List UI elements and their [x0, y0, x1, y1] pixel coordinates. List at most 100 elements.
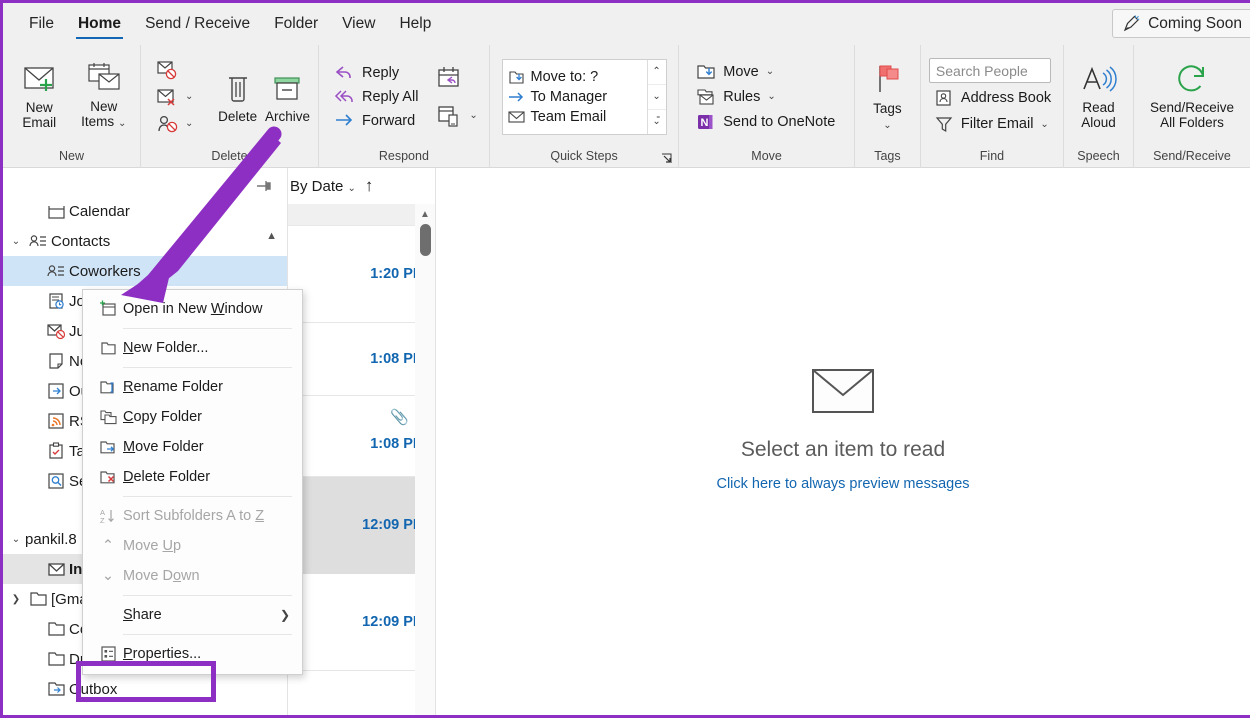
flag-icon — [868, 60, 906, 98]
ribbon-group-tags-label: Tags — [874, 149, 901, 163]
sidebar-item-outbox-2[interactable]: Outbox — [3, 674, 287, 704]
context-menu-item-properties[interactable]: Properties... — [83, 639, 302, 669]
sidebar-item-account-label: pankil.8 — [25, 530, 77, 548]
delete-small-buttons: ⌄ ⌄ — [151, 58, 198, 136]
forward-button[interactable]: Forward — [329, 110, 423, 131]
new-email-button[interactable]: New Email — [9, 59, 70, 134]
quick-steps-box: Move to: ? To Manager Team Email ⌃ ⌄ ⌄̄ — [501, 58, 667, 135]
send-to-onenote-button[interactable]: N Send to OneNote — [691, 111, 840, 133]
tags-button[interactable]: Tags ⌄ — [861, 56, 914, 137]
rules-label: Rules — [723, 88, 761, 105]
context-menu-item-copy-folder[interactable]: Copy Folder — [83, 402, 302, 432]
send-receive-all-folders-label: Send/Receive All Folders — [1149, 100, 1235, 130]
quick-steps-scroll[interactable]: ⌃ ⌄ ⌄̄ — [646, 59, 666, 134]
quick-steps-expand[interactable]: ⌄̄ — [648, 110, 666, 134]
context-menu-item-label: Move Folder — [123, 439, 204, 455]
more-respond-button[interactable]: ⌄ — [431, 102, 482, 130]
meeting-button[interactable] — [431, 64, 482, 92]
reply-all-button[interactable]: Reply All — [329, 86, 423, 107]
attachment-icon: 📎 — [390, 409, 409, 426]
ribbon-group-tags: Tags ⌄ Tags — [855, 45, 921, 168]
chevron-right-icon[interactable]: ❯ — [7, 594, 25, 605]
archive-button[interactable]: Archive — [263, 66, 312, 128]
scroll-up-arrow-icon[interactable]: ▲ — [415, 204, 435, 220]
preview-messages-link[interactable]: Click here to always preview messages — [716, 476, 969, 492]
table-row[interactable]: 1:08 PM — [288, 323, 435, 396]
chevron-down-icon: ⌄ — [185, 118, 194, 129]
new-window-icon — [93, 300, 123, 318]
quick-step-to-manager[interactable]: To Manager — [503, 87, 647, 107]
svg-text:Z: Z — [100, 516, 105, 525]
read-aloud-label: Read Aloud — [1081, 100, 1116, 130]
folder-pane-scroll-up[interactable]: ▲ — [266, 230, 277, 242]
chevron-down-icon[interactable]: ⌄ — [7, 534, 25, 545]
reply-label: Reply — [362, 64, 400, 81]
tasks-icon — [43, 442, 69, 460]
context-menu-item-share[interactable]: Share ❯ — [83, 600, 302, 630]
quick-step-move-to[interactable]: Move to: ? — [503, 67, 647, 87]
page-title: Select an item to read — [740, 437, 946, 461]
tab-view-label: View — [342, 15, 376, 32]
table-row[interactable]: 12:09 PM — [288, 574, 435, 671]
ribbon-group-move-label: Move — [751, 149, 782, 163]
read-aloud-button[interactable]: Read Aloud — [1070, 59, 1127, 134]
new-email-label: New Email — [22, 100, 57, 130]
coming-soon-button[interactable]: Coming Soon — [1112, 9, 1250, 38]
tab-home[interactable]: Home — [66, 3, 133, 45]
context-menu-item-rename-folder[interactable]: Rename Folder — [83, 372, 302, 402]
clean-up-button[interactable]: ⌄ — [151, 85, 198, 109]
delete-button[interactable]: Delete — [214, 66, 261, 128]
ignore-button[interactable] — [151, 58, 198, 82]
address-book-button[interactable]: Address Book — [929, 87, 1056, 109]
context-menu-item-label: Properties... — [123, 646, 202, 662]
tab-send-receive-label: Send / Receive — [145, 15, 251, 32]
tab-send-receive[interactable]: Send / Receive — [133, 3, 262, 45]
move-button[interactable]: Move ⌄ — [691, 61, 840, 83]
tab-folder[interactable]: Folder — [262, 3, 330, 45]
junk-button[interactable]: ⌄ — [151, 112, 198, 136]
outbox-icon — [43, 680, 69, 698]
context-menu-separator — [123, 595, 292, 596]
properties-icon — [93, 645, 123, 663]
sort-by-date-button[interactable]: By Date ⌄ — [290, 178, 356, 195]
quick-steps-scroll-up[interactable]: ⌃ — [647, 60, 666, 85]
filter-email-label: Filter Email — [960, 116, 1034, 132]
reply-button[interactable]: Reply — [329, 62, 423, 83]
context-menu-item-move-down: ⌄ Move Down — [83, 561, 302, 591]
context-menu-item-move-folder[interactable]: Move Folder — [83, 432, 302, 462]
context-menu-item-open-in-new-window[interactable]: Open in New Window — [83, 294, 302, 324]
chevron-down-icon[interactable]: ⌄ — [7, 236, 25, 247]
reply-all-label: Reply All — [362, 88, 419, 105]
outbox-icon — [43, 382, 69, 400]
table-row[interactable]: 12:09 PM — [288, 477, 435, 574]
arrow-up-icon[interactable]: ↑ — [365, 176, 374, 196]
sidebar-item-contacts[interactable]: ⌄ Contacts — [3, 226, 287, 256]
quick-step-team-email[interactable]: Team Email — [503, 107, 647, 127]
table-row[interactable]: 1:20 PM — [288, 226, 435, 323]
table-row[interactable]: 📎 1:08 PM — [288, 396, 435, 477]
tab-file[interactable]: File — [17, 3, 66, 45]
new-items-button[interactable]: New Items ⌄ — [74, 58, 135, 135]
search-people-input[interactable]: Search People — [928, 58, 1051, 83]
rules-button[interactable]: Rules ⌄ — [691, 86, 840, 108]
quick-steps-scroll-down[interactable]: ⌄ — [647, 85, 666, 110]
scrollbar-thumb[interactable] — [419, 224, 431, 256]
context-menu-item-new-folder[interactable]: New Folder... — [83, 333, 302, 363]
tab-view[interactable]: View — [330, 3, 387, 45]
rename-folder-icon — [93, 378, 123, 396]
send-receive-all-folders-button[interactable]: Send/Receive All Folders — [1140, 59, 1244, 134]
pushpin-icon[interactable] — [254, 176, 275, 197]
new-folder-icon — [93, 339, 123, 357]
message-list-scrollbar[interactable]: ▲ — [415, 204, 435, 715]
sidebar-item-coworkers[interactable]: Coworkers — [3, 256, 287, 286]
context-menu-item-delete-folder[interactable]: Delete Folder — [83, 462, 302, 492]
quick-steps-dialog-launcher[interactable] — [660, 152, 673, 165]
chevron-down-icon: ⌄ — [101, 568, 115, 584]
chevron-up-icon: ⌃ — [101, 538, 115, 554]
ribbon-group-quick-steps-label: Quick Steps — [550, 149, 618, 163]
tab-help[interactable]: Help — [387, 3, 443, 45]
new-items-label: New Items ⌄ — [81, 99, 127, 129]
filter-email-button[interactable]: Filter Email ⌄ — [929, 113, 1056, 135]
message-list-column-strip — [288, 204, 435, 226]
folder-pane-header — [3, 168, 287, 204]
